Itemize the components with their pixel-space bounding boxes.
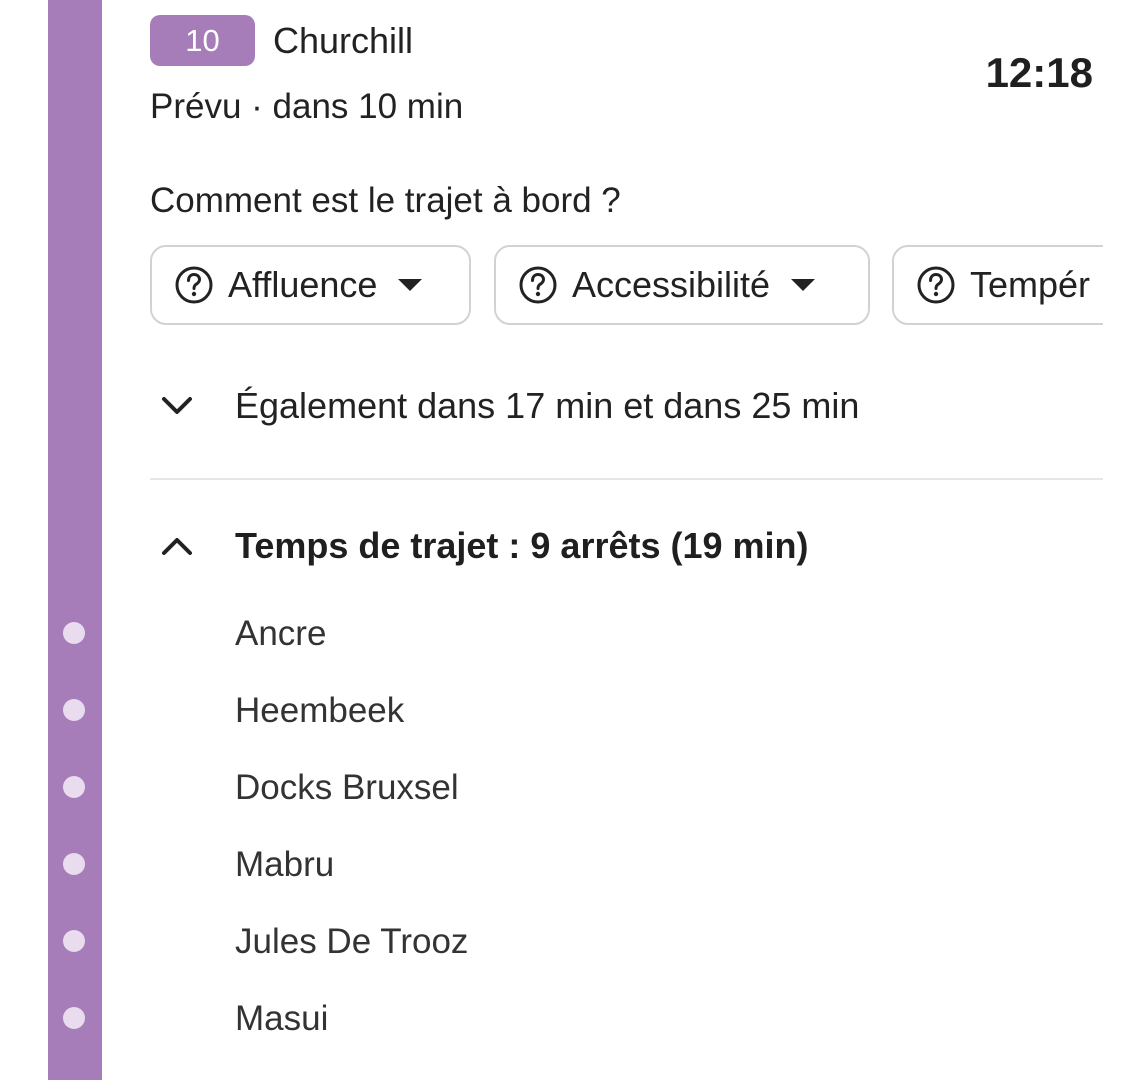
stop-dot	[63, 622, 85, 644]
affluence-chip-label: Affluence	[228, 264, 378, 305]
feedback-chips: Affluence Accessibilité Tempér	[150, 245, 1103, 329]
caret-down-icon	[398, 279, 423, 291]
route-line	[48, 0, 102, 1080]
stop-name: Docks Bruxsel	[235, 768, 459, 807]
accessibilite-chip[interactable]: Accessibilité	[494, 245, 870, 325]
departure-status: Prévu · dans 10 min	[150, 87, 464, 126]
temperature-chip-label: Tempér	[970, 264, 1091, 305]
question-circle-icon	[917, 266, 955, 304]
stop-name: Ancre	[235, 614, 327, 653]
stop-name: Mabru	[235, 845, 335, 884]
caret-down-icon	[791, 279, 816, 291]
stop-dot	[63, 699, 85, 721]
stop-name: Heembeek	[235, 691, 405, 730]
stop-dot	[63, 853, 85, 875]
question-circle-icon	[519, 266, 557, 304]
chevron-up-icon	[162, 538, 192, 555]
stop-name: Masui	[235, 999, 329, 1038]
feedback-question: Comment est le trajet à bord ?	[150, 181, 621, 220]
destination-name: Churchill	[273, 20, 414, 61]
stop-dot	[63, 776, 85, 798]
stop-dot	[63, 1007, 85, 1029]
line-number-badge: 10	[150, 15, 255, 66]
also-departing-toggle[interactable]: Également dans 17 min et dans 25 min	[160, 383, 859, 429]
journey-toggle[interactable]: Temps de trajet : 9 arrêts (19 min)	[160, 523, 809, 569]
question-circle-icon	[175, 266, 213, 304]
affluence-chip[interactable]: Affluence	[150, 245, 471, 325]
stop-name: Jules De Trooz	[235, 922, 469, 961]
journey-label: Temps de trajet : 9 arrêts (19 min)	[235, 525, 809, 566]
also-departing-label: Également dans 17 min et dans 25 min	[235, 385, 860, 426]
accessibilite-chip-label: Accessibilité	[572, 264, 771, 305]
chevron-down-icon	[162, 397, 192, 414]
temperature-chip[interactable]: Tempér	[892, 245, 1103, 325]
departure-detail: 10 Churchill 12:18 Prévu · dans 10 min C…	[0, 0, 1137, 1080]
divider	[150, 478, 1103, 480]
departure-time: 12:18	[985, 49, 1093, 96]
stop-dot	[63, 930, 85, 952]
